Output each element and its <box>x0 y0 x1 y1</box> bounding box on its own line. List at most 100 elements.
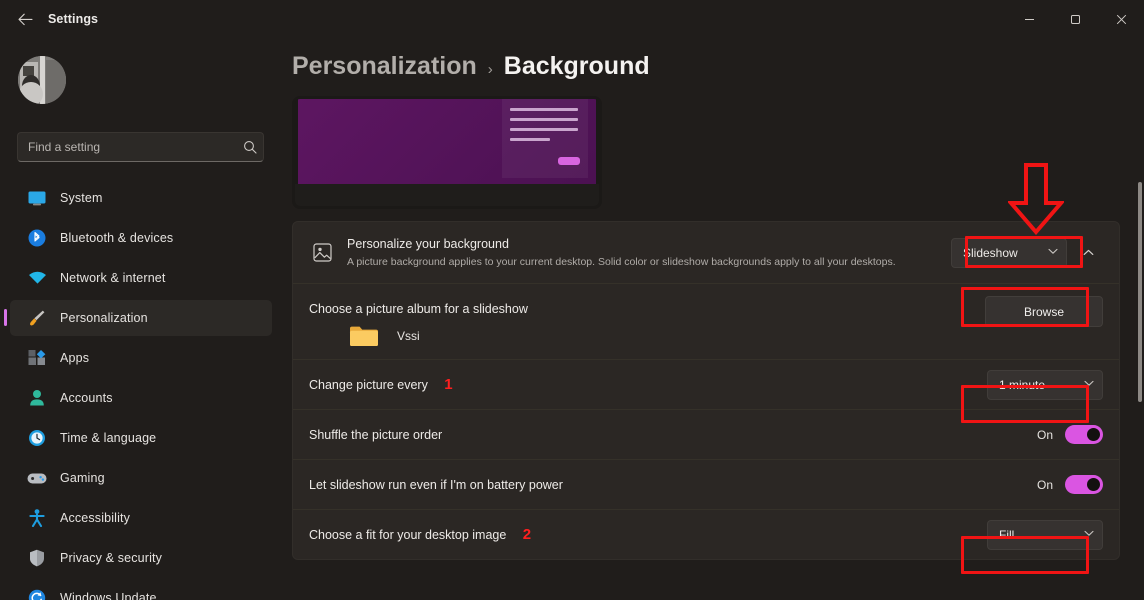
interval-dropdown[interactable]: 1 minute <box>987 369 1103 400</box>
sidebar-item-label: Apps <box>60 351 90 365</box>
close-button[interactable] <box>1098 0 1144 38</box>
collapse-section-button[interactable] <box>1073 238 1103 268</box>
main-content: Personalization › Background Personalize… <box>280 38 1144 600</box>
shield-icon <box>26 548 48 568</box>
clock-icon <box>26 428 48 448</box>
browse-button-label: Browse <box>1023 304 1064 319</box>
sidebar-item-apps[interactable]: Apps <box>10 340 272 376</box>
minimize-icon <box>1024 18 1034 20</box>
scrollbar-thumb[interactable] <box>1138 182 1142 402</box>
sidebar-nav: System Bluetooth & devices Network & int… <box>4 180 272 600</box>
back-button[interactable] <box>8 4 42 34</box>
chevron-down-icon <box>1048 248 1058 257</box>
preview-line <box>510 128 578 131</box>
battery-slideshow-toggle[interactable] <box>1065 475 1103 494</box>
shuffle-order-label: Shuffle the picture order <box>309 427 443 442</box>
battery-slideshow-text: Let slideshow run even if I'm on battery… <box>309 476 1037 494</box>
sidebar-item-time-language[interactable]: Time & language <box>10 420 272 456</box>
battery-slideshow-row: Let slideshow run even if I'm on battery… <box>293 459 1119 509</box>
accessibility-icon <box>26 508 48 528</box>
sidebar-item-privacy-security[interactable]: Privacy & security <box>10 540 272 576</box>
shuffle-order-text: Shuffle the picture order <box>309 426 1037 444</box>
toggle-knob <box>1087 478 1100 491</box>
preview-line <box>510 138 550 141</box>
page-title: Background <box>503 52 650 80</box>
bluetooth-icon <box>26 228 48 248</box>
sidebar-item-gaming[interactable]: Gaming <box>10 460 272 496</box>
preview-monitor-base <box>295 184 599 206</box>
change-interval-text: Change picture every 1 <box>309 376 987 394</box>
content-scrollbar[interactable] <box>1138 86 1142 598</box>
desktop-fit-value: Fill <box>999 527 1015 542</box>
desktop-fit-text: Choose a fit for your desktop image 2 <box>309 526 987 544</box>
sidebar-item-label: Windows Update <box>60 591 157 600</box>
breadcrumb-parent[interactable]: Personalization <box>292 52 477 81</box>
personalize-background-text: Personalize your background A picture ba… <box>347 236 951 270</box>
back-arrow-icon <box>17 13 33 25</box>
sidebar-item-network-internet[interactable]: Network & internet <box>10 260 272 296</box>
sidebar-item-label: Gaming <box>60 471 105 485</box>
sidebar-item-label: System <box>60 191 103 205</box>
battery-slideshow-control[interactable]: On <box>1037 475 1103 494</box>
picture-album-text: Choose a picture album for a slideshow <box>309 284 985 318</box>
shuffle-order-toggle[interactable] <box>1065 425 1103 444</box>
apps-icon <box>26 348 48 368</box>
chevron-down-icon <box>1084 530 1094 539</box>
gamepad-icon <box>26 468 48 488</box>
window-controls <box>1006 0 1144 38</box>
preview-accent-button <box>558 157 580 165</box>
shuffle-order-control[interactable]: On <box>1037 425 1103 444</box>
avatar[interactable] <box>18 56 66 104</box>
sidebar-item-label: Accessibility <box>60 511 131 525</box>
person-icon <box>26 388 48 408</box>
search-input[interactable] <box>18 140 237 154</box>
sidebar-item-label: Privacy & security <box>60 551 163 565</box>
folder-icon <box>349 324 379 348</box>
picture-icon <box>309 243 335 262</box>
picture-album-row: Choose a picture album for a slideshow B… <box>293 283 1119 359</box>
browse-button[interactable]: Browse <box>985 296 1103 327</box>
battery-slideshow-state: On <box>1036 477 1053 492</box>
annotation-number-1: 1 <box>444 375 453 393</box>
sidebar-item-bluetooth-devices[interactable]: Bluetooth & devices <box>10 220 272 256</box>
sidebar-item-accessibility[interactable]: Accessibility <box>10 500 272 536</box>
chevron-down-icon <box>1084 380 1094 389</box>
sidebar-item-accounts[interactable]: Accounts <box>10 380 272 416</box>
chevron-up-icon <box>1083 249 1093 255</box>
sidebar-item-label: Accounts <box>60 391 113 405</box>
maximize-button[interactable] <box>1052 0 1098 38</box>
preview-line <box>510 108 578 111</box>
desktop-fit-row: Choose a fit for your desktop image 2 Fi… <box>293 509 1119 559</box>
annotation-number-2: 2 <box>522 525 532 543</box>
update-icon <box>26 588 48 600</box>
sidebar-item-personalization[interactable]: Personalization <box>4 300 272 336</box>
shuffle-order-row: Shuffle the picture order On <box>293 409 1119 459</box>
wifi-icon <box>26 268 48 288</box>
picture-album-label: Choose a picture album for a slideshow <box>309 302 528 316</box>
personalize-background-title: Personalize your background <box>347 236 509 251</box>
battery-slideshow-label: Let slideshow run even if I'm on battery… <box>309 477 563 492</box>
breadcrumb: Personalization › Background <box>292 52 650 81</box>
sidebar-item-windows-update[interactable]: Windows Update <box>10 580 272 600</box>
search-box[interactable] <box>17 132 264 162</box>
change-interval-label: Change picture every <box>309 377 428 392</box>
sidebar-item-label: Personalization <box>60 311 148 325</box>
user-avatar-icon <box>18 56 66 104</box>
album-name: Vssi <box>397 329 420 343</box>
monitor-icon <box>26 188 48 208</box>
background-type-dropdown[interactable]: Slideshow <box>951 237 1067 268</box>
title-bar: Settings <box>0 0 1144 38</box>
sidebar: System Bluetooth & devices Network <box>0 38 280 600</box>
personalize-background-subtitle: A picture background applies to your cur… <box>347 255 896 268</box>
change-interval-row: Change picture every 1 1 minute <box>293 359 1119 409</box>
preview-screen <box>298 99 596 184</box>
desktop-fit-label: Choose a fit for your desktop image <box>309 527 507 542</box>
selected-album[interactable]: Vssi <box>349 324 420 348</box>
breadcrumb-separator-icon: › <box>487 61 493 78</box>
sidebar-item-system[interactable]: System <box>10 180 272 216</box>
desktop-fit-dropdown[interactable]: Fill <box>987 519 1103 550</box>
minimize-button[interactable] <box>1006 0 1052 38</box>
close-icon <box>1116 14 1126 24</box>
paintbrush-icon <box>26 308 48 328</box>
maximize-icon <box>1070 14 1080 24</box>
